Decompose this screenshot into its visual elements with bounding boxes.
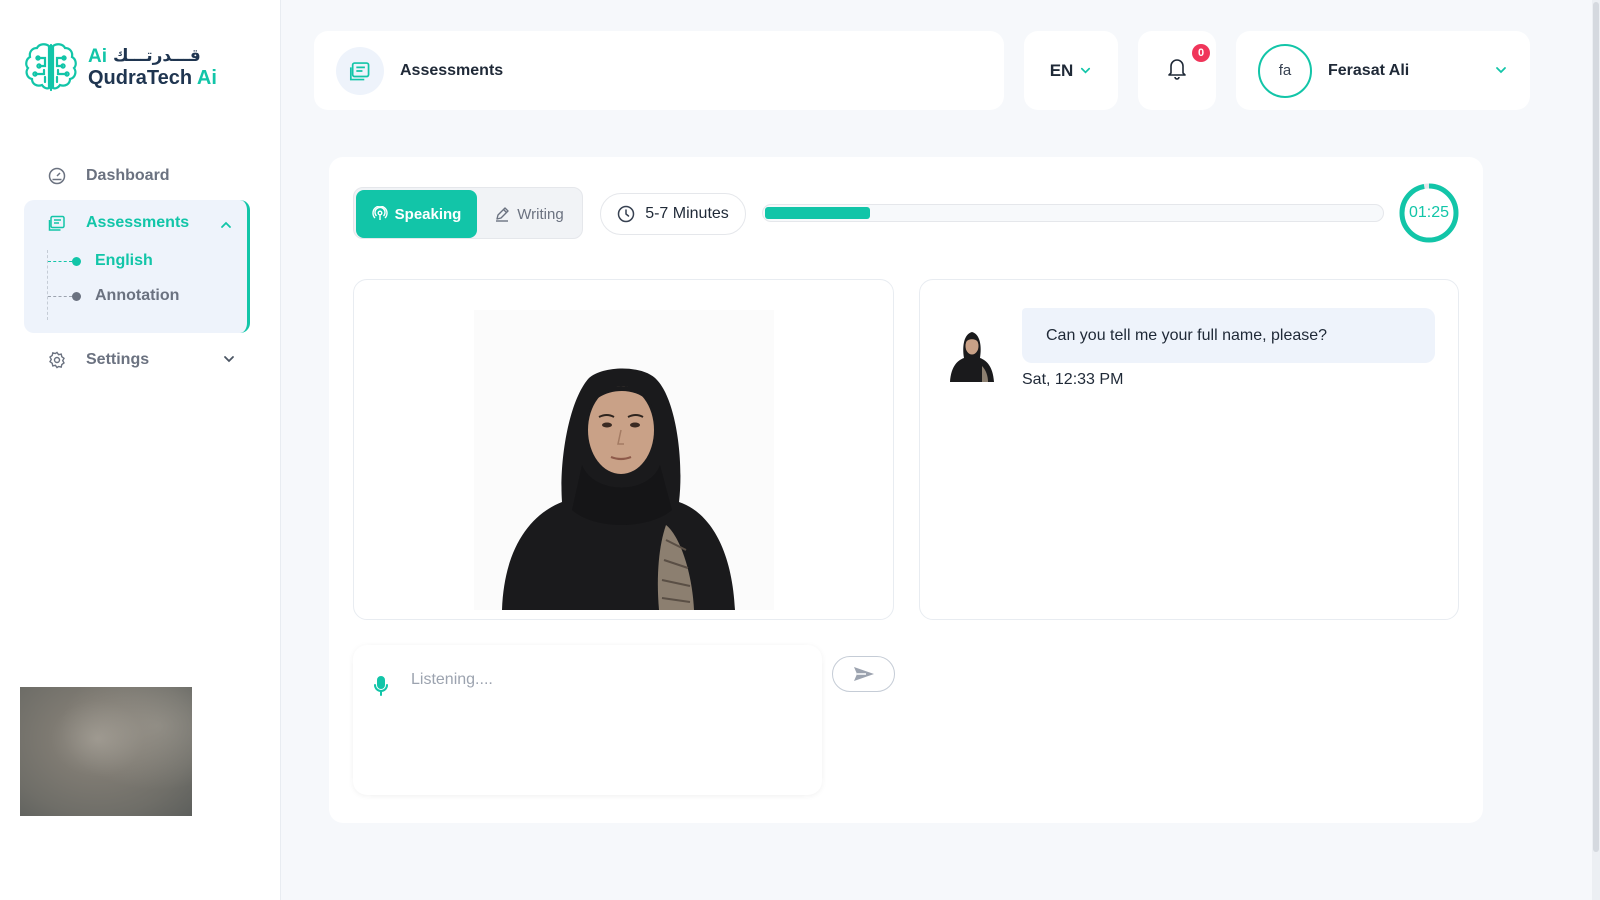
- sidebar-item-dashboard[interactable]: Dashboard: [24, 156, 250, 196]
- progress-bar: [762, 204, 1384, 222]
- chevron-up-icon[interactable]: [219, 218, 233, 232]
- logo[interactable]: Ai قـــدرتـــك QudraTech Ai: [22, 38, 217, 96]
- timer-text: 01:25: [1408, 204, 1450, 221]
- dot-icon: [72, 291, 81, 301]
- active-dot-icon: [72, 256, 81, 266]
- sidebar-subitem-label: English: [95, 252, 153, 269]
- chevron-down-icon: [1081, 67, 1091, 74]
- send-button[interactable]: [832, 656, 895, 692]
- countdown-timer: 01:25: [1398, 182, 1460, 244]
- answer-input-card: [353, 645, 822, 795]
- brand-arabic: قـــدرتـــك: [113, 45, 201, 66]
- assessment-icon: [336, 46, 384, 95]
- notifications-button[interactable]: 0: [1138, 31, 1216, 110]
- sidebar-subitem-annotation[interactable]: Annotation: [48, 287, 179, 305]
- duration-badge: 5-7 Minutes: [600, 193, 746, 235]
- mode-toggle: Speaking Writing: [353, 187, 583, 239]
- answer-input[interactable]: [411, 667, 791, 693]
- sidebar-item-label: Settings: [86, 351, 150, 368]
- language-label: EN: [1049, 60, 1074, 80]
- sidebar-item-assessments[interactable]: Assessments: [48, 214, 189, 232]
- avatar: fa: [1258, 43, 1312, 98]
- ai-avatar-video: [353, 279, 894, 620]
- pencil-icon: [496, 207, 509, 222]
- speaking-tab[interactable]: Speaking: [356, 190, 477, 238]
- progress-fill: [765, 207, 870, 219]
- ai-avatar-thumbnail: [950, 332, 994, 382]
- brain-circuit-logo-icon: [25, 43, 77, 92]
- brand-name: QudraTech: [88, 66, 193, 89]
- language-selector[interactable]: EN: [1024, 31, 1118, 110]
- assessment-icon: [48, 214, 66, 232]
- speaking-label: Speaking: [394, 205, 462, 223]
- notification-badge: 0: [1192, 44, 1210, 62]
- webcam-preview: [20, 687, 192, 816]
- duration-label: 5-7 Minutes: [645, 205, 729, 222]
- brand-ai-top: Ai: [88, 45, 107, 67]
- user-menu[interactable]: fa Ferasat Ali: [1236, 31, 1530, 110]
- microphone-icon[interactable]: [371, 675, 391, 697]
- podcast-icon: [372, 206, 388, 220]
- ai-avatar-image: [474, 310, 774, 610]
- brand-ai: Ai: [196, 66, 217, 89]
- chat-timestamp: Sat, 12:33 PM: [1022, 371, 1124, 388]
- user-name: Ferasat Ali: [1328, 61, 1410, 79]
- scrollbar-thumb[interactable]: [1593, 2, 1599, 852]
- send-icon: [853, 667, 874, 681]
- sidebar-group-assessments: Assessments English Annotation: [24, 200, 250, 333]
- sidebar-item-settings[interactable]: Settings: [24, 340, 250, 380]
- sidebar: Ai قـــدرتـــك QudraTech Ai Dashboard As…: [0, 0, 281, 900]
- assessment-panel: Speaking Writing 5-7 Minutes 01:25 Can y…: [329, 157, 1483, 823]
- sidebar-item-label: Assessments: [86, 214, 190, 231]
- chevron-down-icon: [1496, 67, 1506, 74]
- chat-bubble: Can you tell me your full name, please?: [1022, 308, 1435, 363]
- chat-panel: Can you tell me your full name, please? …: [919, 279, 1459, 620]
- page-title: Assessments: [400, 61, 504, 79]
- bell-icon: [1168, 59, 1186, 80]
- page-scrollbar[interactable]: [1592, 0, 1600, 900]
- sidebar-item-label: Dashboard: [86, 167, 170, 184]
- gear-icon: [48, 351, 66, 369]
- sidebar-subitem-label: Annotation: [95, 287, 180, 304]
- writing-tab[interactable]: Writing: [477, 190, 581, 238]
- chevron-down-icon[interactable]: [222, 352, 236, 366]
- sidebar-subitem-english[interactable]: English: [48, 252, 153, 270]
- page-header: Assessments: [314, 31, 1004, 110]
- writing-label: Writing: [517, 205, 564, 223]
- clock-icon: [617, 205, 635, 223]
- gauge-icon: [48, 167, 66, 185]
